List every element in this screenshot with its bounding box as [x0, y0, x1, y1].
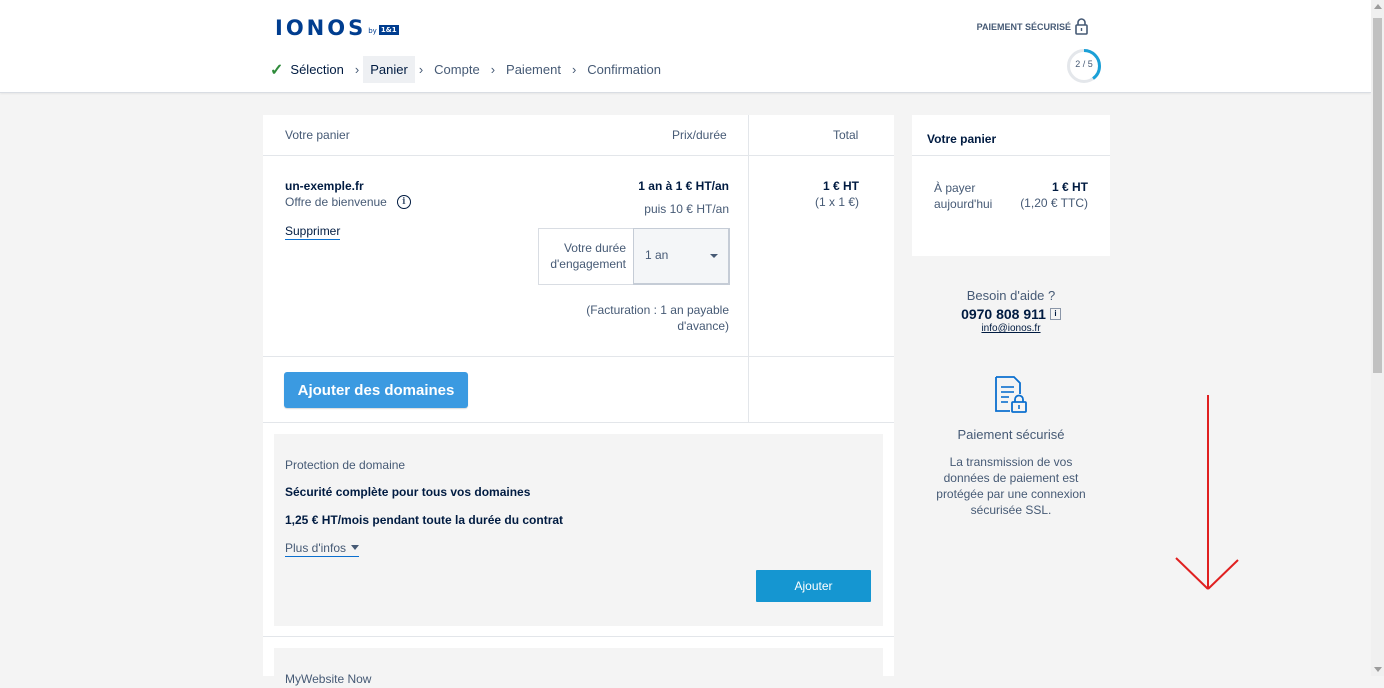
- logo-box: 1&1: [378, 25, 399, 35]
- lock-icon: [1075, 18, 1088, 35]
- secure-label: PAIEMENT SÉCURISÉ: [976, 21, 1071, 32]
- website-upsell: MyWebsite Now: [274, 648, 883, 688]
- chevron-right-icon: ›: [354, 62, 360, 77]
- cart-table-header: Votre panier Prix/durée Total: [263, 115, 894, 156]
- chevron-right-icon: ›: [571, 62, 577, 77]
- checkout-steps: ✓ Sélection › Panier › Compte › Paiement…: [270, 56, 668, 83]
- add-domains-button[interactable]: Ajouter des domaines: [284, 372, 468, 408]
- progress-label: 2 / 5: [1075, 59, 1093, 69]
- price-line-2: puis 10 € HT/an: [644, 202, 729, 216]
- step-selection[interactable]: ✓ Sélection: [270, 56, 351, 83]
- divider: [263, 356, 894, 357]
- help-email-link[interactable]: info@ionos.fr: [981, 323, 1040, 334]
- billing-note: (Facturation : 1 an payable d'avance): [586, 303, 729, 333]
- upsell-title: Protection de domaine: [285, 458, 406, 472]
- annotation-arrow-down: [1175, 395, 1239, 590]
- info-icon[interactable]: i: [396, 195, 411, 209]
- pay-today-label: À payer aujourd'hui: [934, 181, 993, 211]
- duration-select[interactable]: 1 an: [633, 228, 730, 285]
- check-icon: ✓: [270, 61, 284, 79]
- item-total-detail: (1 x 1 €): [814, 195, 859, 209]
- duration-value: 1 an: [645, 248, 669, 262]
- secure-payment-header: PAIEMENT SÉCURISÉ: [977, 18, 1088, 35]
- step-panier[interactable]: Panier: [363, 56, 415, 83]
- caret-down-icon: [351, 545, 359, 550]
- caret-down-icon: [710, 254, 718, 258]
- pay-today-value: 1 € HT: [1051, 180, 1088, 194]
- secure-title: Paiement sécurisé: [957, 427, 1065, 442]
- help-block: Besoin d'aide ? 0970 808 911 i info@iono…: [912, 288, 1110, 334]
- step-compte: Compte: [434, 62, 480, 77]
- chevron-right-icon: ›: [418, 62, 424, 77]
- domain-protection-upsell: Protection de domaine Sécurité complète …: [274, 434, 883, 626]
- offer-label: Offre de bienvenue: [285, 195, 387, 209]
- secure-payment-info: Paiement sécurisé La transmission de vos…: [912, 375, 1110, 518]
- duration-select-group: Votre durée d'engagement 1 an: [538, 228, 730, 285]
- step-confirmation: Confirmation: [587, 62, 661, 77]
- col-prix-duree: Prix/durée: [672, 128, 727, 142]
- secure-document-icon: [995, 376, 1027, 413]
- item-total: 1 € HT: [822, 179, 859, 193]
- price-line-1: 1 an à 1 € HT/an: [638, 179, 729, 193]
- logo-text: IONOS: [275, 16, 367, 40]
- col-total: Total: [833, 128, 859, 142]
- upsell-price: 1,25 € HT/mois pendant toute la durée du…: [285, 513, 564, 527]
- page-scrollbar[interactable]: [1371, 0, 1384, 676]
- domain-name: un-exemple.fr: [285, 179, 364, 193]
- plus-infos-link[interactable]: Plus d'infos: [285, 541, 359, 557]
- summary-title: Votre panier: [927, 132, 997, 146]
- scroll-down-arrow[interactable]: [1374, 667, 1382, 672]
- ajouter-button[interactable]: Ajouter: [756, 570, 871, 602]
- chevron-right-icon: ›: [490, 62, 496, 77]
- top-header: IONOS by 1&1 ✓ Sélection › Panier › Compte…: [0, 0, 1371, 93]
- logo-by: by: [368, 27, 377, 35]
- supprimer-link[interactable]: Supprimer: [285, 224, 341, 240]
- cart-summary: Votre panier À payer aujourd'hui 1 € HT …: [912, 115, 1110, 256]
- pay-today-ttc: (1,20 € TTC): [1020, 196, 1088, 210]
- info-icon[interactable]: i: [1049, 308, 1061, 320]
- upsell-headline: Sécurité complète pour tous vos domaines: [285, 485, 531, 499]
- column-divider: [748, 115, 749, 422]
- ionos-logo[interactable]: IONOS by 1&1: [275, 16, 399, 40]
- summary-header: Votre panier: [912, 115, 1110, 156]
- help-phone[interactable]: 0970 808 911: [961, 306, 1046, 322]
- col-votre-panier: Votre panier: [285, 128, 350, 142]
- divider: [263, 422, 894, 423]
- duration-label: Votre durée d'engagement: [550, 241, 626, 271]
- secure-text: La transmission de vos données de paieme…: [936, 455, 1086, 517]
- help-title: Besoin d'aide ?: [966, 288, 1056, 303]
- step-paiement: Paiement: [506, 62, 561, 77]
- scroll-up-arrow[interactable]: [1374, 4, 1382, 9]
- scrollbar-thumb[interactable]: [1373, 18, 1382, 373]
- divider: [263, 636, 894, 637]
- cart-panel: Votre panier Prix/durée Total un-exemple…: [263, 115, 894, 688]
- upsell2-title: MyWebsite Now: [285, 672, 372, 686]
